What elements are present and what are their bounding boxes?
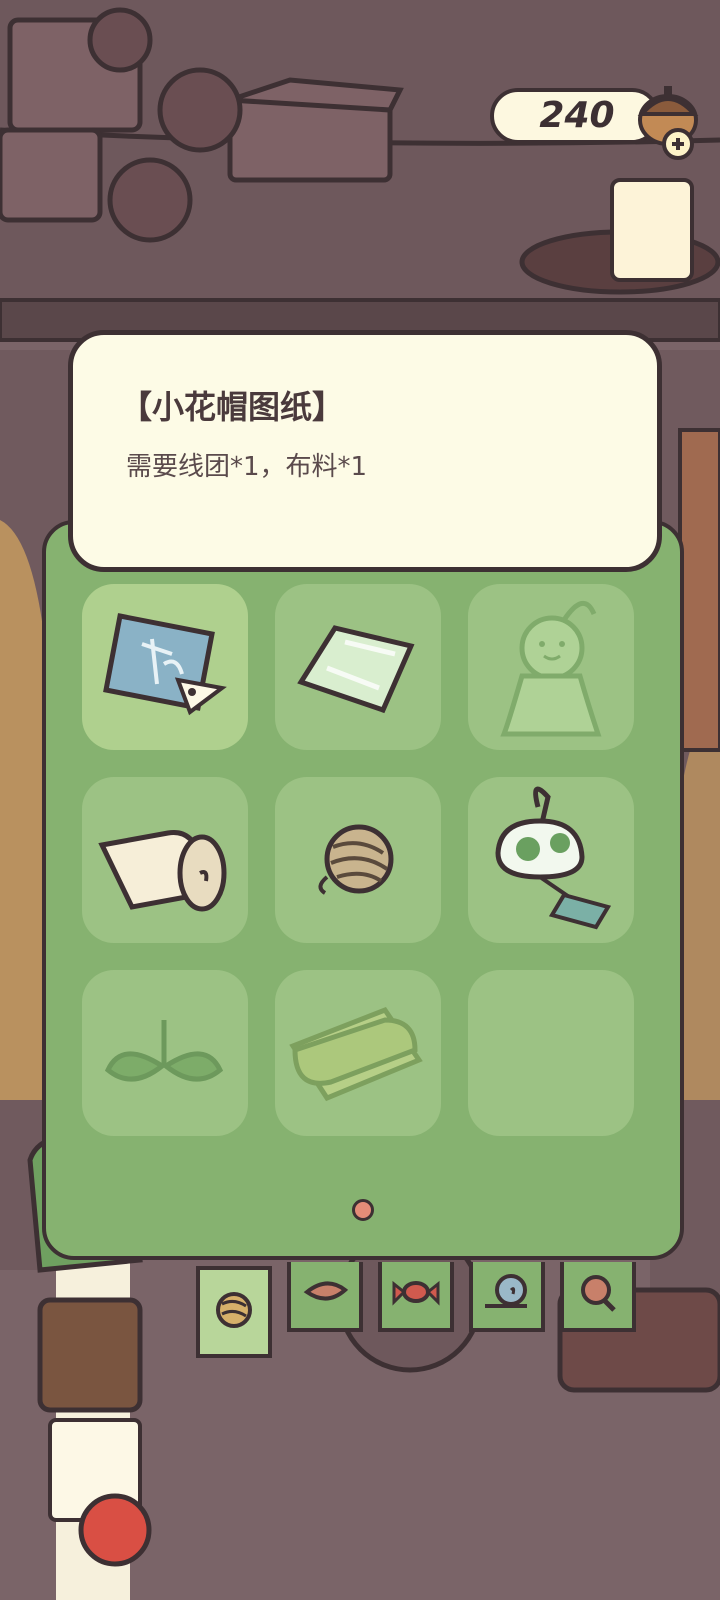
slot-paper-roll[interactable] <box>82 777 248 943</box>
blueprint-scroll-icon <box>103 613 227 716</box>
tooltip-title: 【小花帽图纸】 <box>120 388 345 426</box>
wind-chime-icon <box>495 786 612 930</box>
tab-search[interactable] <box>560 1262 636 1332</box>
tab-candy[interactable] <box>378 1262 454 1332</box>
tooltip-description: 需要线团*1，布料*1 <box>126 452 368 482</box>
slot-leaf-sprout[interactable] <box>82 970 248 1136</box>
slot-teru-teru-bozu[interactable] <box>468 584 634 750</box>
slot-blueprint[interactable] <box>82 584 248 750</box>
page-indicator-dot <box>352 1199 374 1221</box>
yarn-ball-icon <box>318 824 394 895</box>
fabric-roll-icon <box>289 1006 423 1102</box>
leaf-sprout-icon <box>104 1020 224 1082</box>
slot-empty[interactable] <box>468 970 634 1136</box>
slot-glass[interactable] <box>275 584 441 750</box>
snail-tab-icon <box>485 1274 527 1308</box>
candy-tab-icon <box>392 1280 440 1306</box>
slot-fabric-roll[interactable] <box>275 970 441 1136</box>
paper-roll-icon <box>98 830 227 912</box>
slot-yarn[interactable] <box>275 777 441 943</box>
acorn-plus-icon[interactable] <box>628 72 708 162</box>
tab-materials[interactable] <box>196 1266 272 1358</box>
currency-amount: 240 <box>539 95 615 136</box>
tab-food[interactable] <box>287 1262 363 1332</box>
teru-teru-bozu-icon <box>500 601 602 737</box>
slot-wind-chime[interactable] <box>468 777 634 943</box>
leaf-food-tab-icon <box>303 1281 349 1301</box>
magnifier-tab-icon <box>581 1275 616 1312</box>
tab-snail[interactable] <box>469 1262 545 1332</box>
glass-pane-icon <box>297 625 415 714</box>
yarn-tab-icon <box>216 1292 252 1328</box>
